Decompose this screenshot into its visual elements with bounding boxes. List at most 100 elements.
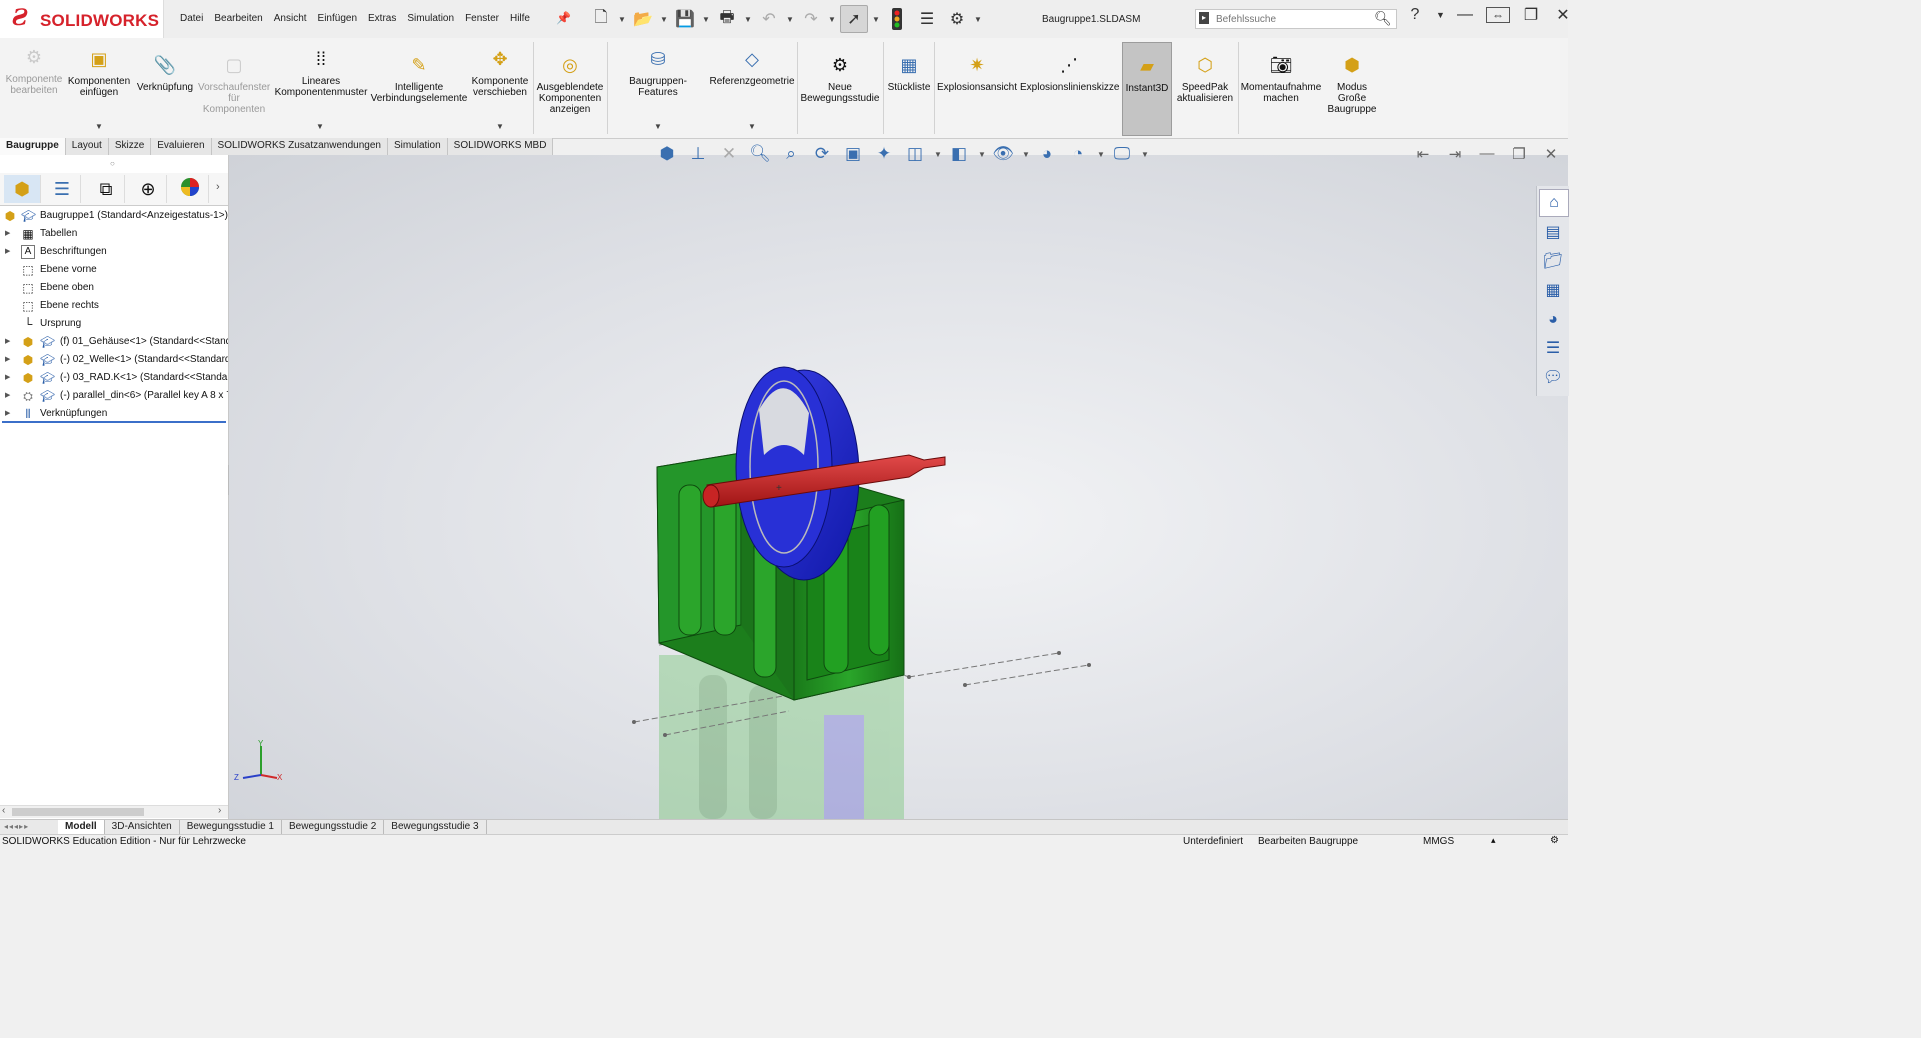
tab-skizze[interactable]: Skizze [108, 138, 152, 155]
tree-item-component[interactable]: ▶ ⛭ 🎓︎ (-) parallel_din<6> (Parallel key… [0, 387, 228, 405]
solidworks-logo[interactable]: Ƨ SOLIDWORKS [0, 0, 164, 38]
help-icon[interactable]: ? [1404, 6, 1426, 24]
rebuild-traffic-light-icon[interactable] [884, 6, 910, 32]
viewport-restore-icon[interactable]: ❐ [1510, 145, 1528, 163]
close-icon[interactable]: ✕ [1552, 5, 1574, 25]
tab-feature-manager[interactable]: ⬢ [4, 175, 41, 203]
undo-icon[interactable]: ↶ [756, 6, 782, 32]
restore-icon[interactable]: ❐ [1520, 5, 1542, 25]
expand-arrow-icon[interactable]: ▶ [5, 351, 10, 369]
view-settings-monitor-icon[interactable]: 🖵 [1110, 144, 1134, 164]
unit-system-selector[interactable]: MMGS [1423, 836, 1454, 847]
panel-grip-icon[interactable]: ○ [110, 159, 115, 168]
tree-item-ebene-oben[interactable]: ⬚ Ebene oben [0, 279, 228, 297]
fit-window-icon[interactable]: ⇔ [1486, 7, 1510, 23]
rollback-bar[interactable] [2, 421, 226, 423]
custom-properties-icon[interactable]: ☰ [1539, 336, 1567, 362]
design-library-icon[interactable]: ▤ [1539, 220, 1567, 246]
solidworks-resources-home-icon[interactable]: ⌂ [1539, 189, 1569, 217]
tree-item-ursprung[interactable]: └ Ursprung [0, 315, 228, 333]
save-dropdown-icon[interactable]: ▼ [702, 15, 710, 24]
tab-property-manager[interactable]: ☰ [44, 175, 81, 203]
komponente-bearbeiten-button[interactable]: ⚙ Komponente bearbeiten [4, 44, 64, 97]
stueckliste-button[interactable]: ▦ Stückliste [886, 52, 932, 94]
modus-grosse-baugruppe-button[interactable]: ⬢ Modus Große Baugruppe [1324, 52, 1380, 116]
move-dropdown-icon[interactable]: ▼ [496, 122, 504, 131]
more-tabs-chevron-icon[interactable]: › [216, 181, 220, 193]
tab-bewegungsstudie-1[interactable]: Bewegungsstudie 1 [180, 820, 282, 835]
appearances-scenes-icon[interactable]: ◕ [1539, 307, 1567, 333]
collapse-left-icon[interactable]: ⇤ [1414, 145, 1432, 163]
viewport-minimize-icon[interactable]: — [1478, 145, 1496, 163]
komponente-verschieben-button[interactable]: ✥ Komponente verschieben [470, 46, 530, 99]
features-dropdown-icon[interactable]: ▼ [654, 122, 662, 131]
open-dropdown-icon[interactable]: ▼ [660, 15, 668, 24]
print-icon[interactable]: 🖶 [714, 6, 740, 32]
redo-icon[interactable]: ↷ [798, 6, 824, 32]
solidworks-forum-icon[interactable]: 💬︎ [1539, 365, 1567, 391]
minimize-icon[interactable]: — [1454, 6, 1476, 24]
tab-zusatzanwendungen[interactable]: SOLIDWORKS Zusatzanwendungen [211, 138, 388, 155]
baugruppen-features-button[interactable]: ⛁ Baugruppen-Features [610, 46, 706, 99]
expand-arrow-icon[interactable]: ▶ [5, 387, 10, 405]
lineares-muster-button[interactable]: ⁞⁞ Lineares Komponentenmuster [272, 46, 370, 99]
menu-datei[interactable]: Datei [180, 13, 203, 24]
graphics-area[interactable]: + Y X Z [229, 155, 1568, 819]
edit-appearance-icon[interactable]: ◕ [1035, 144, 1059, 164]
pattern-dropdown-icon[interactable]: ▼ [316, 122, 324, 131]
tree-item-tabellen[interactable]: ▶ ▦ Tabellen [0, 225, 228, 243]
scroll-left-icon[interactable]: ‹ [2, 805, 5, 816]
tab-3d-ansichten[interactable]: 3D-Ansichten [105, 820, 180, 835]
tree-item-root[interactable]: ⬢ 🎓︎ Baugruppe1 (Standard<Anzeigestatus-… [0, 207, 228, 225]
komponenten-einfuegen-button[interactable]: ▣ Komponenten einfügen [66, 46, 132, 99]
instant3d-button[interactable]: ▰ Instant3D [1122, 42, 1172, 136]
display-style-icon[interactable]: ▣ [841, 144, 865, 164]
explosionslinienskizze-button[interactable]: ⋰ Explosionslinienskizze [1020, 52, 1120, 94]
select-dropdown-icon[interactable]: ▼ [872, 15, 880, 24]
explosionsansicht-button[interactable]: ✷ Explosionsansicht [936, 52, 1018, 94]
search-icon[interactable]: 🔍︎ [1374, 10, 1392, 27]
model-3d-view[interactable]: + [229, 155, 1568, 819]
viewport-close-icon[interactable]: ✕ [1542, 145, 1560, 163]
orientation-dropdown-icon[interactable]: ▼ [934, 150, 942, 159]
apply-scene-icon[interactable]: ◔ [1066, 144, 1090, 164]
view-orientation-icon[interactable]: ◫ [903, 144, 927, 164]
zoom-to-area-icon[interactable]: 🔍︎ [748, 144, 772, 164]
view-settings-dropdown-icon[interactable]: ▼ [1141, 150, 1149, 159]
tree-item-beschriftungen[interactable]: ▶ A Beschriftungen [0, 243, 228, 261]
menu-ansicht[interactable]: Ansicht [274, 13, 307, 24]
tree-item-component[interactable]: ▶ ⬢ 🎓︎ (-) 03_RAD.K<1> (Standard<<Standa… [0, 369, 228, 387]
tree-item-ebene-vorne[interactable]: ⬚ Ebene vorne [0, 261, 228, 279]
rotate-view-icon[interactable]: ⟳ [810, 144, 834, 164]
view-palette-icon[interactable]: ▦ [1539, 278, 1567, 304]
tab-baugruppe[interactable]: Baugruppe [0, 138, 66, 155]
visibility-eye-icon[interactable]: 👁︎ [991, 144, 1015, 164]
options-gear-icon[interactable]: ⚙ [944, 6, 970, 32]
undo-dropdown-icon[interactable]: ▼ [786, 15, 794, 24]
tree-item-ebene-rechts[interactable]: ⬚ Ebene rechts [0, 297, 228, 315]
expand-arrow-icon[interactable]: ▶ [5, 225, 10, 243]
neue-bewegungsstudie-button[interactable]: ⚙ Neue Bewegungsstudie [800, 52, 880, 105]
scroll-right-icon[interactable]: › [218, 805, 221, 816]
visibility-dropdown-icon[interactable]: ▼ [1022, 150, 1030, 159]
menu-bearbeiten[interactable]: Bearbeiten [214, 13, 262, 24]
new-document-icon[interactable]: 🗋 [588, 6, 614, 32]
cross-section-icon[interactable]: ✕ [717, 144, 741, 164]
help-dropdown-icon[interactable]: ▼ [1436, 10, 1445, 20]
section-view-icon[interactable]: ⊥ [686, 144, 710, 164]
tab-bewegungsstudie-2[interactable]: Bewegungsstudie 2 [282, 820, 385, 835]
menu-extras[interactable]: Extras [368, 13, 396, 24]
horizontal-scrollbar[interactable]: ‹ › [0, 805, 228, 818]
menu-simulation[interactable]: Simulation [407, 13, 454, 24]
search-input[interactable] [1214, 11, 1368, 27]
display-mode-dropdown-icon[interactable]: ▼ [978, 150, 986, 159]
menu-einfuegen[interactable]: Einfügen [318, 13, 357, 24]
print-dropdown-icon[interactable]: ▼ [744, 15, 752, 24]
tab-dimxpert-manager[interactable]: ⊕ [130, 175, 167, 203]
tab-configuration-manager[interactable]: ⧉ [88, 175, 125, 203]
tab-layout[interactable]: Layout [65, 138, 109, 155]
zoom-to-fit-icon[interactable]: ⌕ [779, 144, 803, 164]
expand-arrow-icon[interactable]: ▶ [5, 243, 10, 261]
collapse-right-icon[interactable]: ⇥ [1446, 145, 1464, 163]
tree-item-component[interactable]: ▶ ⬢ 🎓︎ (f) 01_Gehäuse<1> (Standard<<Stan… [0, 333, 228, 351]
